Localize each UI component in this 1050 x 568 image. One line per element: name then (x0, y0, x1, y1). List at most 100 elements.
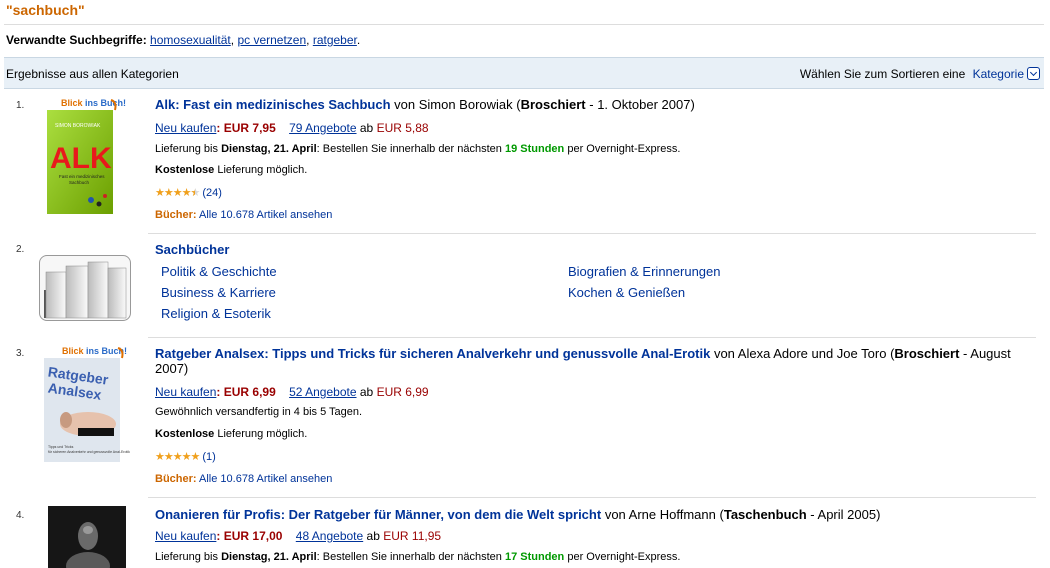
price: EUR 7,95 (223, 121, 276, 135)
author-text: von Simon Borowiak (394, 97, 513, 112)
buy-new-link[interactable]: Neu kaufen (155, 385, 216, 399)
author-text: von Alexa Adore und Joe Toro (713, 346, 887, 361)
svg-text:SIMON BOROWIAK: SIMON BOROWIAK (55, 123, 101, 129)
price: EUR 17,00 (223, 529, 283, 543)
free-shipping-row: Kostenlose Lieferung möglich. (155, 428, 307, 440)
offers-price: EUR 5,88 (376, 121, 429, 135)
delivery-prefix: Lieferung bis (155, 551, 218, 563)
price: EUR 6,99 (223, 385, 276, 399)
price-row: Neu kaufen: EUR 7,95 79 Angebote ab EUR … (155, 121, 429, 135)
free-shipping-row: Kostenlose Lieferung möglich. (155, 164, 307, 176)
offers-link[interactable]: 52 Angebote (289, 385, 356, 399)
star-rating-icon[interactable]: ★★★★★ (155, 450, 200, 463)
svg-text:Blick: Blick (62, 346, 85, 356)
delivery-prefix: Lieferung bis (155, 143, 218, 155)
star-rating-icon[interactable]: ★★★★★★ (155, 186, 200, 199)
delivery-text: : Bestellen Sie innerhalb der nächsten (316, 143, 502, 155)
result-number: 4. (16, 510, 25, 521)
svg-text:für sicheren Analverkehr und g: für sicheren Analverkehr und genussvolle… (48, 450, 130, 454)
divider (148, 233, 1036, 234)
subcategory-link[interactable]: Religion & Esoterik (161, 306, 271, 321)
related-term-link[interactable]: pc vernetzen (237, 33, 306, 47)
rating-row: ★★★★★★ (24) (155, 186, 222, 199)
category-row: Bücher: Alle 10.678 Artikel ansehen (155, 209, 332, 221)
results-scope-label: Ergebnisse aus allen Kategorien (6, 67, 179, 81)
offers-price: EUR 6,99 (376, 385, 429, 399)
result-number: 1. (16, 100, 25, 111)
offers-link[interactable]: 48 Angebote (296, 529, 363, 543)
delivery-text: : Bestellen Sie innerhalb der nächsten (316, 551, 502, 563)
delivery-hours: 17 Stunden (504, 551, 565, 563)
result-title-link[interactable]: Ratgeber Analsex: Tipps und Tricks für s… (155, 346, 710, 361)
subcategory-link[interactable]: Business & Karriere (161, 285, 276, 300)
category-label: Bücher: (155, 473, 197, 485)
author-text: von Arne Hoffmann (604, 507, 716, 522)
free-shipping-text: Lieferung möglich. (217, 428, 308, 440)
review-count-link[interactable]: (1) (202, 451, 215, 463)
buy-new-link[interactable]: Neu kaufen (155, 529, 216, 543)
pub-date: 1. Oktober 2007 (597, 97, 691, 112)
free-shipping-bold: Kostenlose (155, 428, 215, 440)
divider (148, 497, 1036, 498)
divider (148, 337, 1036, 338)
related-term-link[interactable]: homosexualität (150, 33, 231, 47)
category-all-link[interactable]: Alle 10.678 Artikel ansehen (199, 209, 332, 221)
result-title-row: Onanieren für Profis: Der Ratgeber für M… (155, 507, 881, 522)
format-text: Taschenbuch (723, 507, 807, 522)
price-row: Neu kaufen: EUR 17,00 48 Angebote ab EUR… (155, 529, 442, 543)
result-number: 2. (16, 244, 25, 255)
category-image-books[interactable] (39, 255, 131, 321)
results-header-bar: Ergebnisse aus allen Kategorien Wählen S… (4, 57, 1044, 89)
offers-from: ab (366, 529, 380, 543)
category-title-link[interactable]: Sachbücher (155, 242, 229, 257)
category-all-link[interactable]: Alle 10.678 Artikel ansehen (199, 473, 332, 485)
format-text: Broschiert (520, 97, 586, 112)
chevron-down-icon[interactable] (1027, 67, 1040, 80)
offers-from: ab (359, 385, 374, 399)
related-searches: Verwandte Suchbegriffe: homosexualität, … (6, 33, 361, 47)
delivery-suffix: per Overnight-Express. (567, 143, 681, 155)
category-row: Bücher: Alle 10.678 Artikel ansehen (155, 473, 332, 485)
result-title-link[interactable]: Alk: Fast ein medizinisches Sachbuch (155, 97, 391, 112)
svg-text:Blick: Blick (61, 98, 84, 108)
sort-label: Wählen Sie zum Sortieren eine (799, 67, 966, 81)
book-cover-onanieren[interactable] (48, 506, 126, 568)
svg-text:ALK: ALK (50, 142, 112, 175)
offers-link[interactable]: 79 Angebote (289, 121, 356, 135)
result-number: 3. (16, 348, 25, 359)
book-cover-ratgeber[interactable]: Blick ins Buch! Ratgeber Analsex Tipps u… (44, 344, 130, 464)
svg-text:Sachbuch: Sachbuch (69, 180, 90, 185)
format-text: Broschiert (894, 346, 960, 361)
delivery-suffix: per Overnight-Express. (567, 551, 681, 563)
subcategory-link[interactable]: Biografien & Erinnerungen (568, 264, 721, 279)
subcategory-link[interactable]: Politik & Geschichte (161, 264, 277, 279)
free-shipping-text: Lieferung möglich. (217, 164, 308, 176)
sort-dropdown[interactable]: Kategorie (973, 67, 1040, 81)
svg-text:Fast ein medizinisches: Fast ein medizinisches (59, 174, 105, 179)
search-query-title: "sachbuch" (6, 2, 85, 18)
book-cover-alk[interactable]: Blick ins Buch! SIMON BOROWIAK ALK Fast … (47, 96, 129, 214)
price-row: Neu kaufen: EUR 6,99 52 Angebote ab EUR … (155, 385, 429, 399)
delivery-date: Dienstag, 21. April (221, 143, 317, 155)
delivery-row: Lieferung bis Dienstag, 21. April: Beste… (155, 143, 680, 155)
offers-price: EUR 11,95 (383, 529, 442, 543)
review-count-link[interactable]: (24) (202, 187, 222, 199)
svg-text:Tipps und Tricks: Tipps und Tricks (48, 445, 74, 449)
result-title-row: Ratgeber Analsex: Tipps und Tricks für s… (155, 346, 1011, 376)
subcategory-link[interactable]: Kochen & Genießen (568, 285, 685, 300)
delivery-row: Lieferung bis Dienstag, 21. April: Beste… (155, 551, 680, 563)
offers-from: ab (359, 121, 374, 135)
rating-row: ★★★★★ (1) (155, 450, 216, 463)
shipping-row: Gewöhnlich versandfertig in 4 bis 5 Tage… (155, 406, 363, 418)
pub-date: April 2005 (817, 507, 877, 522)
buy-new-link[interactable]: Neu kaufen (155, 121, 216, 135)
svg-text:ins Buch!: ins Buch! (85, 98, 126, 108)
sort-value[interactable]: Kategorie (973, 67, 1024, 81)
result-title-link[interactable]: Onanieren für Profis: Der Ratgeber für M… (155, 507, 601, 522)
delivery-date: Dienstag, 21. April (221, 551, 317, 563)
free-shipping-bold: Kostenlose (155, 164, 215, 176)
divider (4, 24, 1044, 25)
sort-control: Wählen Sie zum Sortieren eine Kategorie (800, 67, 1040, 81)
result-title-row: Alk: Fast ein medizinisches Sachbuch von… (155, 97, 695, 112)
related-term-link[interactable]: ratgeber (313, 33, 357, 47)
